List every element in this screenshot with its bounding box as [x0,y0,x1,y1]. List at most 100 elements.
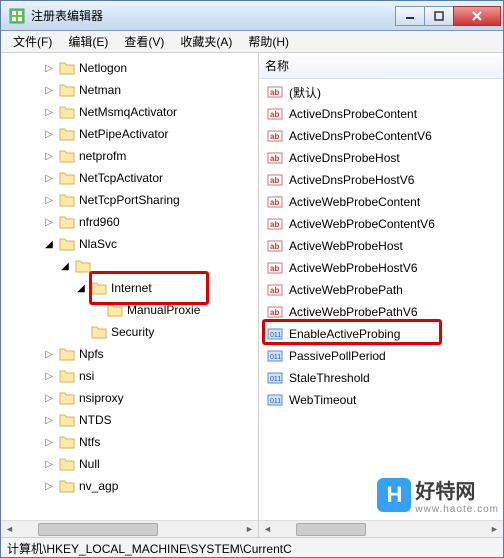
tree-label: nfrd960 [79,215,120,229]
tree-label: NetTcpActivator [79,171,163,185]
value-item[interactable]: abActiveWebProbeContentV6 [263,213,499,235]
svg-text:ab: ab [270,154,279,163]
minimize-button[interactable] [395,6,425,26]
svg-text:ab: ab [270,286,279,295]
svg-text:ab: ab [270,308,279,317]
tree-item[interactable]: ▷nv_agp [3,475,256,493]
tree-item[interactable]: ▷netprofm [3,145,256,167]
tree-item[interactable]: ▷NetMsmqActivator [3,101,256,123]
value-item[interactable]: 011PassivePollPeriod [263,345,499,367]
value-label: ActiveWebProbeContent [289,195,420,209]
scroll-right-button[interactable]: ► [241,521,258,538]
value-item[interactable]: ab ActiveWebProbeContent [263,191,499,213]
menu-favorites[interactable]: 收藏夹(A) [172,31,240,52]
tree-label: Ntfs [79,435,100,449]
scroll-left-button[interactable]: ◄ [1,521,18,538]
svg-text:ab: ab [270,176,279,185]
value-item[interactable]: ab ActiveWebProbeHost [263,235,499,257]
value-item[interactable]: abActiveDnsProbeHostV6 [263,169,499,191]
scroll-thumb[interactable] [38,523,158,536]
string-icon: ab [267,194,283,210]
tree-label: nsiproxy [79,391,124,405]
registry-tree[interactable]: ▷Netlogon▷Netman▷NetMsmqActivator▷NetPip… [1,53,258,493]
scroll-thumb[interactable] [296,523,366,536]
value-item[interactable]: 011 EnableActiveProbing [263,323,499,345]
values-scrollbar[interactable]: ◄ ► [259,520,503,537]
tree-item[interactable]: ▷Ntfs [3,431,256,453]
tree-scrollbar[interactable]: ◄ ► [1,520,258,537]
content-area: ▷Netlogon▷Netman▷NetMsmqActivator▷NetPip… [1,53,503,537]
value-item[interactable]: abActiveWebProbePathV6 [263,301,499,323]
value-item[interactable]: abActiveWebProbeHostV6 [263,257,499,279]
tree-item[interactable]: ▷Npfs [3,343,256,365]
value-item[interactable]: ab ActiveDnsProbeContent [263,103,499,125]
tree-label: nsi [79,369,94,383]
close-button[interactable] [453,6,501,26]
svg-text:ab: ab [270,264,279,273]
tree-item[interactable]: ▷Netlogon [3,57,256,79]
tree-item[interactable]: ◢Internet [3,277,256,299]
value-label: ActiveWebProbePath [289,283,403,297]
svg-text:ab: ab [270,110,279,119]
tree-label: NlaSvc [79,237,117,251]
value-label: (默认) [289,84,321,101]
values-pane: 名称 ab(默认)abActiveDnsProbeContentabActive… [259,53,503,537]
tree-item[interactable]: ▷NetTcpActivator [3,167,256,189]
string-icon: ab [267,150,283,166]
menu-file[interactable]: 文件(F) [5,31,60,52]
tree-item[interactable]: ManualProxie [3,299,256,321]
dword-icon: 011 [267,370,283,386]
svg-text:ab: ab [270,242,279,251]
value-item[interactable]: 011 WebTimeout [263,389,499,411]
string-icon: ab [267,84,283,100]
menu-edit[interactable]: 编辑(E) [60,31,116,52]
string-icon: ab [267,238,283,254]
string-icon: ab [267,260,283,276]
tree-label: NetTcpPortSharing [79,193,180,207]
menu-help[interactable]: 帮助(H) [240,31,297,52]
string-icon: ab [267,282,283,298]
value-item[interactable]: abActiveDnsProbeContentV6 [263,125,499,147]
value-label: ActiveWebProbeHost [289,239,403,253]
column-header-name[interactable]: 名称 [259,53,503,79]
svg-text:011: 011 [270,376,281,383]
tree-item[interactable]: ▷Null [3,453,256,475]
tree-label: Null [79,457,100,471]
tree-item[interactable]: ▷nsi [3,365,256,387]
dword-icon: 011 [267,326,283,342]
tree-label: Npfs [79,347,104,361]
tree-item[interactable]: ▷NTDS [3,409,256,431]
tree-item[interactable]: ▷Netman [3,79,256,101]
tree-item[interactable]: ◢Parameters [3,255,256,277]
tree-label: Internet [111,281,152,295]
tree-label: NetMsmqActivator [79,105,177,119]
value-label: EnableActiveProbing [289,327,400,341]
tree-item[interactable]: ▷NetPipeActivator [3,123,256,145]
value-label: ActiveDnsProbeContent [289,107,417,121]
tree-label: Netman [79,83,121,97]
watermark-domain: www.haote.com [415,504,499,515]
menu-view[interactable]: 查看(V) [116,31,172,52]
tree-item[interactable]: ▷nsiproxy [3,387,256,409]
scroll-right-button[interactable]: ► [486,521,503,538]
menubar: 文件(F) 编辑(E) 查看(V) 收藏夹(A) 帮助(H) [1,31,503,53]
titlebar[interactable]: 注册表编辑器 [1,1,503,31]
value-item[interactable]: ab (默认) [263,81,499,103]
window-title: 注册表编辑器 [31,7,396,24]
value-label: WebTimeout [289,393,356,407]
value-item[interactable]: ab ActiveWebProbePath [263,279,499,301]
maximize-button[interactable] [424,6,454,26]
string-icon: ab [267,172,283,188]
tree-item[interactable]: ▷nfrd960 [3,211,256,233]
tree-item[interactable]: Security [3,321,256,343]
svg-text:011: 011 [270,398,281,405]
scroll-left-button[interactable]: ◄ [259,521,276,538]
dword-icon: 011 [267,392,283,408]
value-item[interactable]: 011StaleThreshold [263,367,499,389]
values-list[interactable]: ab (默认) ab ActiveDnsProbeContent abActiveDns… [259,79,503,519]
watermark-logo: H [377,478,411,512]
value-item[interactable]: abActiveDnsProbeHost [263,147,499,169]
svg-text:011: 011 [270,354,281,361]
tree-item[interactable]: ▷NetTcpPortSharing [3,189,256,211]
tree-item[interactable]: ◢NlaSvc [3,233,256,255]
